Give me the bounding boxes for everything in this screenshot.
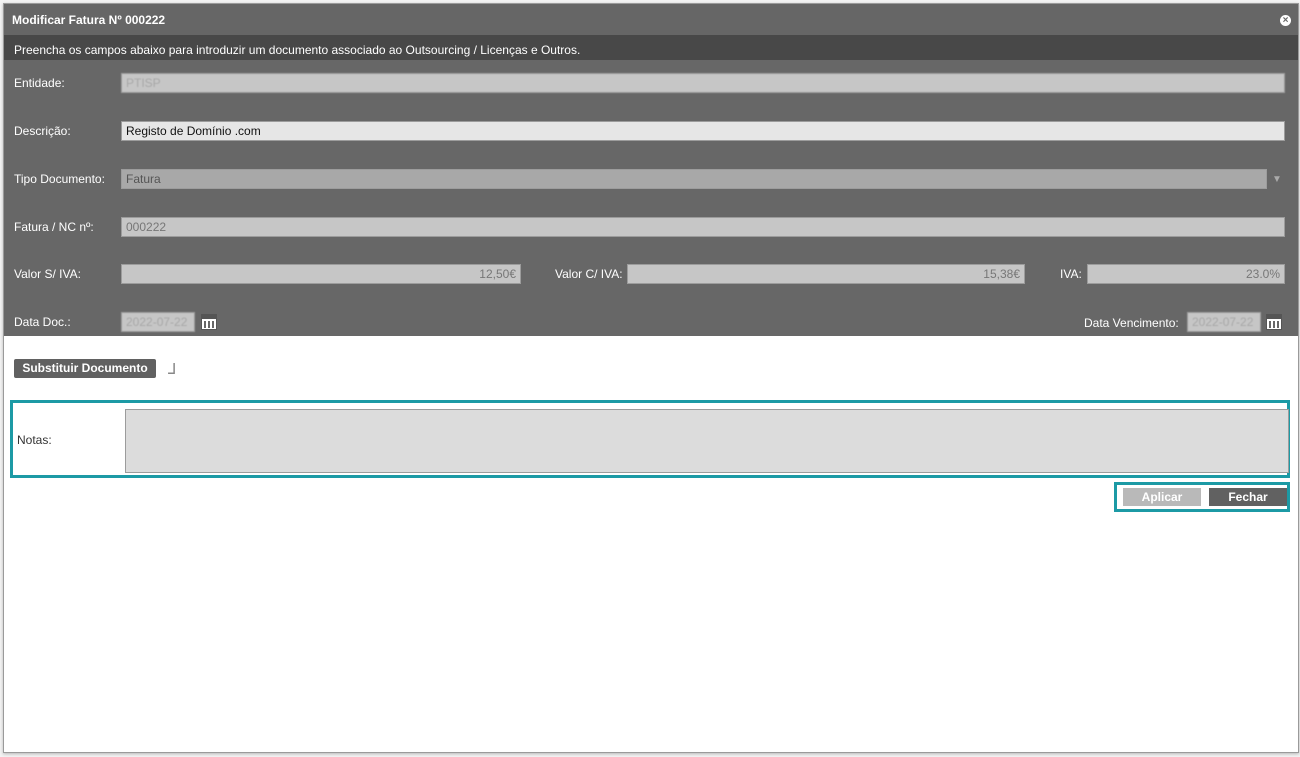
notes-label: Notas:	[17, 433, 52, 447]
data-doc-field[interactable]: 2022-07-22	[121, 312, 195, 332]
close-icon[interactable]: ×	[1280, 15, 1291, 26]
data-vencimento-field[interactable]: 2022-07-22	[1187, 312, 1261, 332]
calendar-icon[interactable]	[1266, 314, 1282, 330]
chevron-down-icon[interactable]: ▼	[1272, 174, 1282, 185]
modal-dialog: Modificar Fatura Nº 000222 × Preencha os…	[3, 3, 1299, 753]
action-buttons: Aplicar Fechar	[1114, 482, 1290, 512]
tipo-documento-select[interactable]: Fatura	[121, 169, 1267, 189]
notes-textarea[interactable]	[125, 409, 1289, 473]
data-doc-label: Data Doc.:	[14, 315, 71, 329]
valor-com-iva-field[interactable]: 15,38€	[627, 264, 1025, 284]
pdf-icon[interactable]: ⅃	[168, 360, 176, 378]
dialog-subtitle: Preencha os campos abaixo para introduzi…	[4, 35, 1298, 60]
valor-com-iva-label: Valor C/ IVA:	[555, 267, 623, 281]
invoice-form: Entidade: PTISP Descrição: Registo de Do…	[4, 60, 1298, 336]
descricao-label: Descrição:	[14, 124, 71, 138]
replace-document-button[interactable]: Substituir Documento	[14, 359, 156, 378]
calendar-icon[interactable]	[201, 314, 217, 330]
descricao-field[interactable]: Registo de Domínio .com	[121, 121, 1285, 141]
fatura-nc-label: Fatura / NC nº:	[14, 220, 94, 234]
valor-sem-iva-label: Valor S/ IVA:	[14, 267, 81, 281]
data-vencimento-label: Data Vencimento:	[1084, 316, 1179, 330]
dialog-titlebar: Modificar Fatura Nº 000222 ×	[4, 4, 1298, 35]
close-button[interactable]: Fechar	[1209, 488, 1287, 506]
apply-button[interactable]: Aplicar	[1123, 488, 1201, 506]
iva-field[interactable]: 23.0%	[1087, 264, 1285, 284]
dialog-title: Modificar Fatura Nº 000222	[12, 13, 166, 27]
subtitle-text: Preencha os campos abaixo para introduzi…	[14, 43, 581, 57]
entidade-field[interactable]: PTISP	[121, 73, 1285, 93]
tipo-documento-label: Tipo Documento:	[14, 172, 105, 186]
valor-sem-iva-field[interactable]: 12,50€	[121, 264, 521, 284]
entidade-label: Entidade:	[14, 76, 65, 90]
iva-label: IVA:	[1060, 267, 1082, 281]
fatura-nc-field[interactable]: 000222	[121, 217, 1285, 237]
notes-section: Notas:	[10, 400, 1290, 478]
